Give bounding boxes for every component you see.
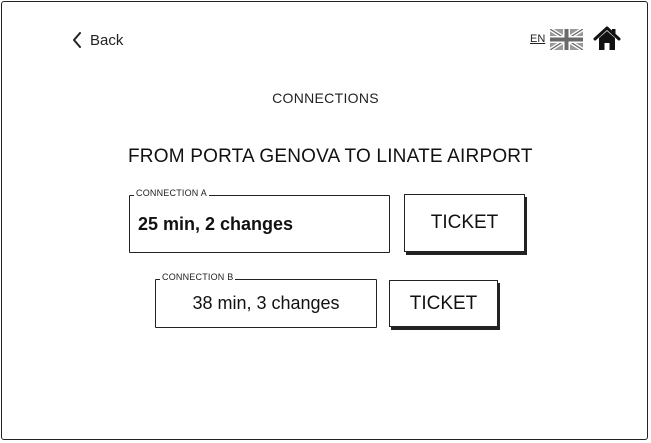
connection-a-box: CONNECTION A 25 min, 2 changes (129, 188, 390, 253)
route-heading: FROM PORTA GENOVA TO LINATE AIRPORT (128, 146, 533, 167)
ticket-a-button[interactable]: TICKET (404, 194, 525, 252)
back-button[interactable]: Back (72, 29, 123, 51)
connection-b-summary: 38 min, 3 changes (192, 293, 340, 313)
back-label: Back (90, 31, 124, 49)
chevron-left-icon (73, 32, 81, 48)
uk-flag-icon[interactable] (550, 29, 583, 50)
page-title: CONNECTIONS (272, 90, 379, 106)
app-window: Back EN CONNECTIONS FROM PORTA GENOVA TO… (1, 1, 648, 440)
ticket-b-button[interactable]: TICKET (389, 280, 498, 327)
language-code[interactable]: EN (530, 33, 545, 45)
connection-b-box: CONNECTION B 38 min, 3 changes (155, 272, 377, 328)
connection-a-summary: 25 min, 2 changes (138, 213, 294, 234)
home-icon[interactable] (593, 26, 621, 52)
